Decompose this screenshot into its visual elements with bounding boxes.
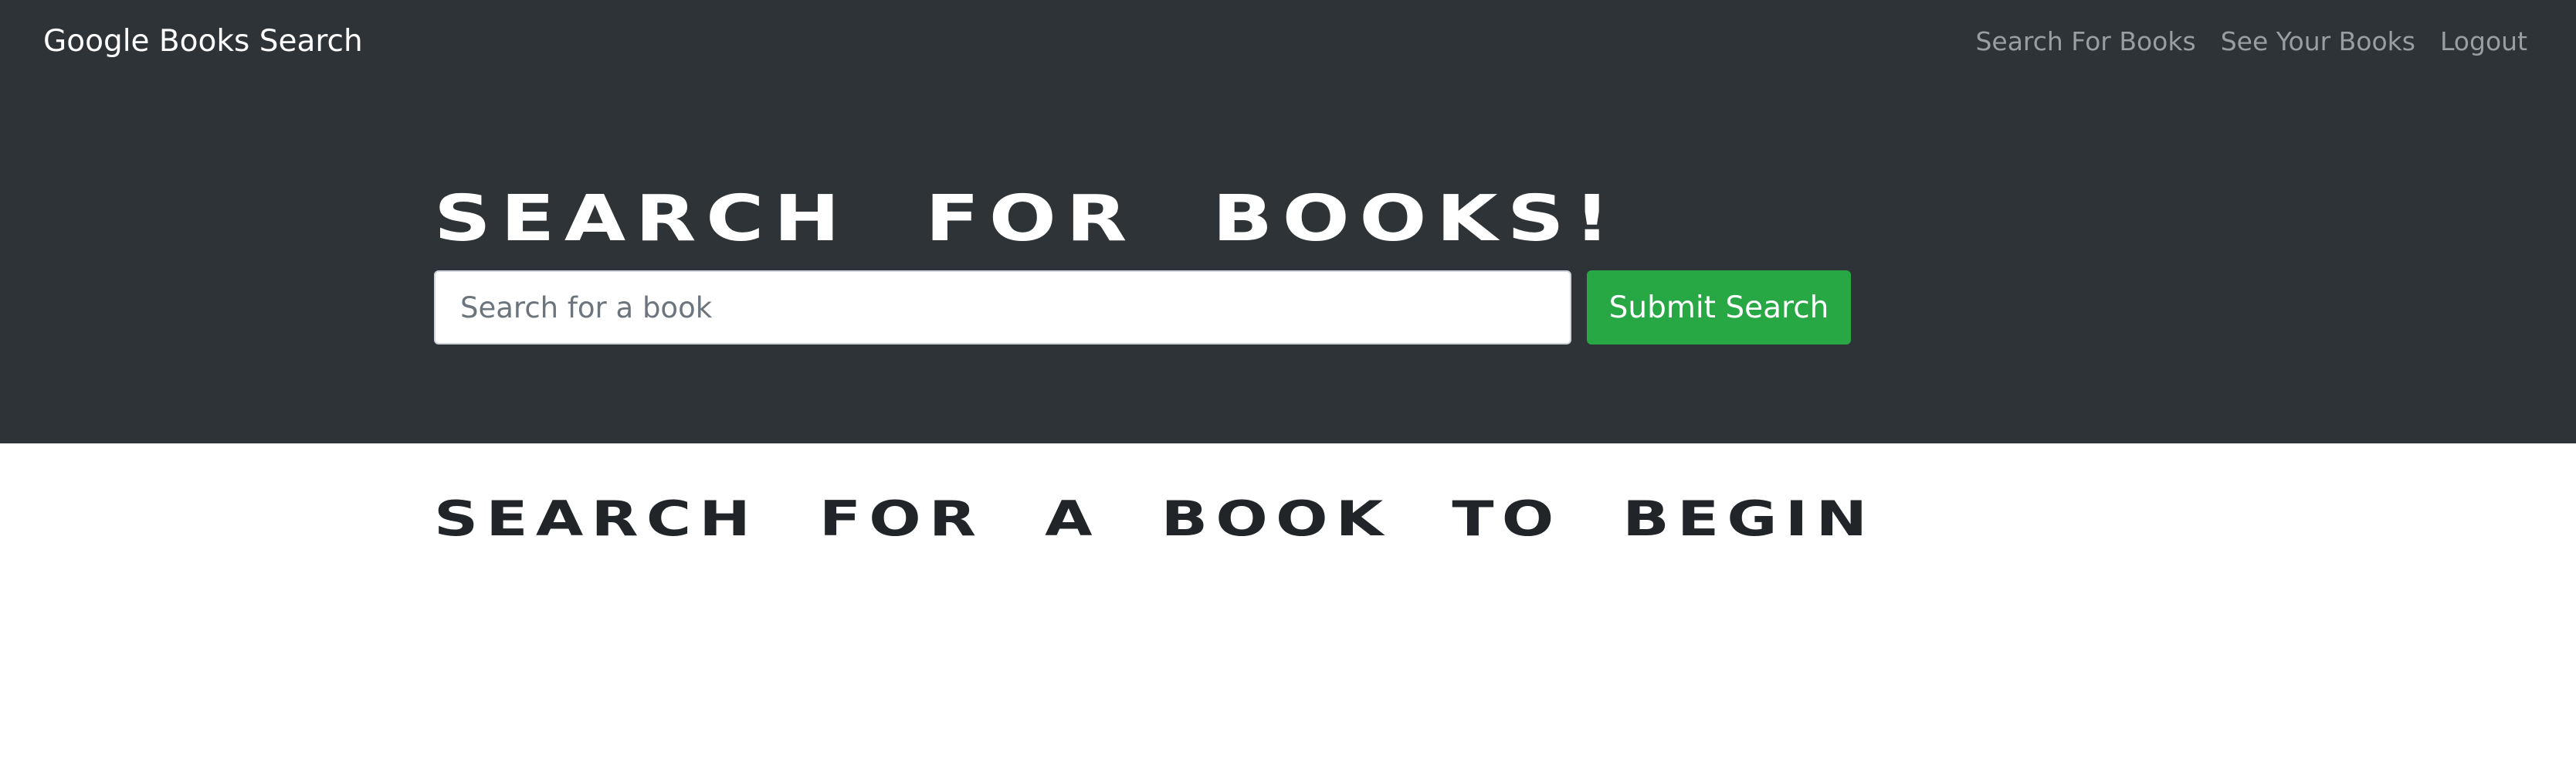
top-navbar: Google Books Search Search For Books See… [0,0,2576,83]
search-input[interactable] [434,270,1571,345]
search-jumbotron: Search for Books! Submit Search [0,83,2576,443]
nav-links: Search For Books See Your Books Logout [1975,25,2527,59]
submit-search-button[interactable]: Submit Search [1587,270,1851,345]
page-title: Search for Books! [434,182,1620,256]
nav-link-search-for-books[interactable]: Search For Books [1975,25,2195,59]
results-heading: Search for a book to begin [434,491,1876,547]
nav-link-see-your-books[interactable]: See Your Books [2221,25,2415,59]
nav-link-logout[interactable]: Logout [2440,25,2527,59]
brand-link[interactable]: Google Books Search [43,23,363,60]
